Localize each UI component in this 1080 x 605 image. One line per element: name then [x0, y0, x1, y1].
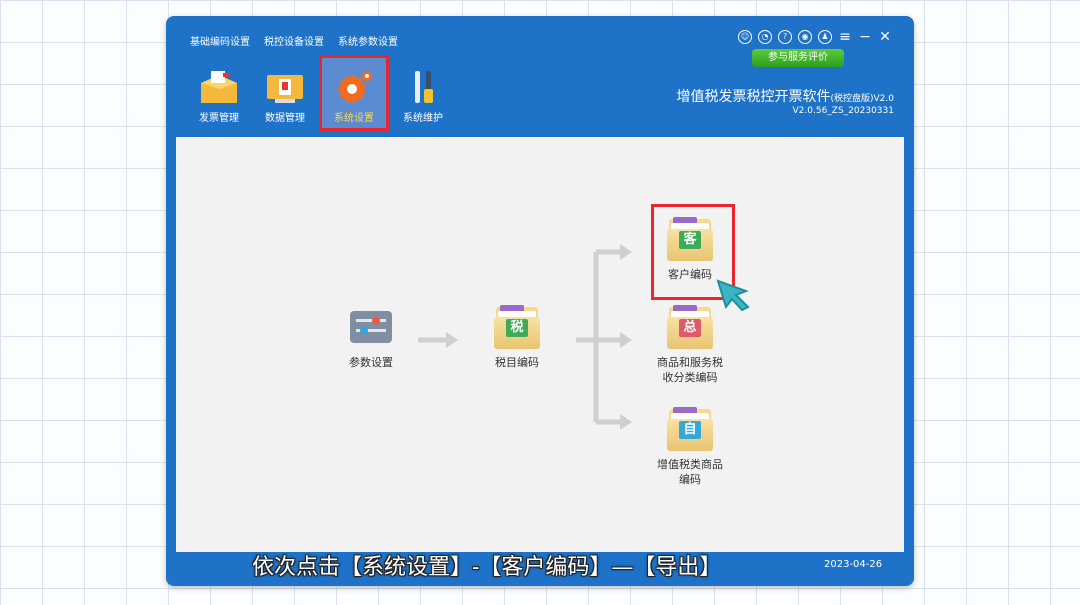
tool-data-label: 数据管理: [265, 113, 305, 124]
main-toolbar: 发票管理 数据管理 系统设置 系统维护: [190, 55, 452, 131]
tutorial-caption: 依次点击【系统设置】-【客户编码】—【导出】: [252, 555, 722, 580]
smile-icon[interactable]: ☺: [738, 30, 752, 44]
wrench-icon: [415, 71, 433, 103]
vat-folder-icon: 自: [667, 407, 713, 451]
settings-icon[interactable]: ◉: [798, 30, 812, 44]
node-goods-service-code[interactable]: 总 商品和服务税 收分类编码: [640, 305, 740, 385]
tool-system-settings-label: 系统设置: [334, 113, 374, 124]
tool-invoice-label: 发票管理: [199, 113, 239, 124]
tool-maintenance[interactable]: 系统维护: [394, 62, 452, 128]
status-date: 2023-04-26: [824, 559, 883, 570]
menu-device[interactable]: 税控设备设置: [264, 33, 324, 48]
tool-data[interactable]: 数据管理: [256, 62, 314, 128]
tool-maintenance-label: 系统维护: [403, 113, 443, 124]
node-param-settings[interactable]: 参数设置: [336, 305, 406, 370]
app-window: 基础编码设置 税控设备设置 系统参数设置 ☺ ◔ ? ◉ ♟ ≡ − ✕ 参与服…: [166, 16, 914, 586]
menu-sys-param[interactable]: 系统参数设置: [338, 33, 398, 48]
node-vat-label: 增值税类商品 编码: [657, 458, 723, 486]
feedback-button[interactable]: 参与服务评价: [752, 49, 844, 67]
tool-system-settings[interactable]: 系统设置: [319, 55, 389, 131]
node-tax-item-label: 税目编码: [495, 356, 539, 369]
data-folder-icon: [267, 75, 303, 103]
goods-folder-icon: 总: [667, 305, 713, 349]
content-area: 参数设置 税 税目编码 客 客户编码 总 商品和服务税 收分类编码 自 增值税类…: [176, 137, 904, 552]
gear-icon: [338, 71, 372, 103]
node-param-label: 参数设置: [349, 356, 393, 369]
tax-folder-icon: 税: [494, 305, 540, 349]
window-controls: ☺ ◔ ? ◉ ♟ ≡ − ✕: [738, 30, 892, 44]
node-tax-item-code[interactable]: 税 税目编码: [482, 305, 552, 370]
user-icon[interactable]: ♟: [818, 30, 832, 44]
app-version: V2.0.56_ZS_20230331: [792, 106, 894, 116]
chat-icon[interactable]: ◔: [758, 30, 772, 44]
close-icon[interactable]: ✕: [878, 30, 892, 44]
invoice-box-icon: [201, 71, 237, 103]
minimize-icon[interactable]: −: [858, 30, 872, 44]
sliders-icon: [350, 311, 392, 343]
node-goods-label: 商品和服务税 收分类编码: [657, 356, 723, 384]
menu-basic-code[interactable]: 基础编码设置: [190, 33, 250, 48]
menu-icon[interactable]: ≡: [838, 30, 852, 44]
node-vat-goods-code[interactable]: 自 增值税类商品 编码: [640, 407, 740, 487]
app-title: 增值税发票税控开票软件(税控盘版)V2.0: [676, 89, 895, 105]
help-icon[interactable]: ?: [778, 30, 792, 44]
app-edition: (税控盘版)V2.0: [830, 94, 895, 104]
top-menu: 基础编码设置 税控设备设置 系统参数设置: [190, 33, 398, 48]
tool-invoice[interactable]: 发票管理: [190, 62, 248, 128]
